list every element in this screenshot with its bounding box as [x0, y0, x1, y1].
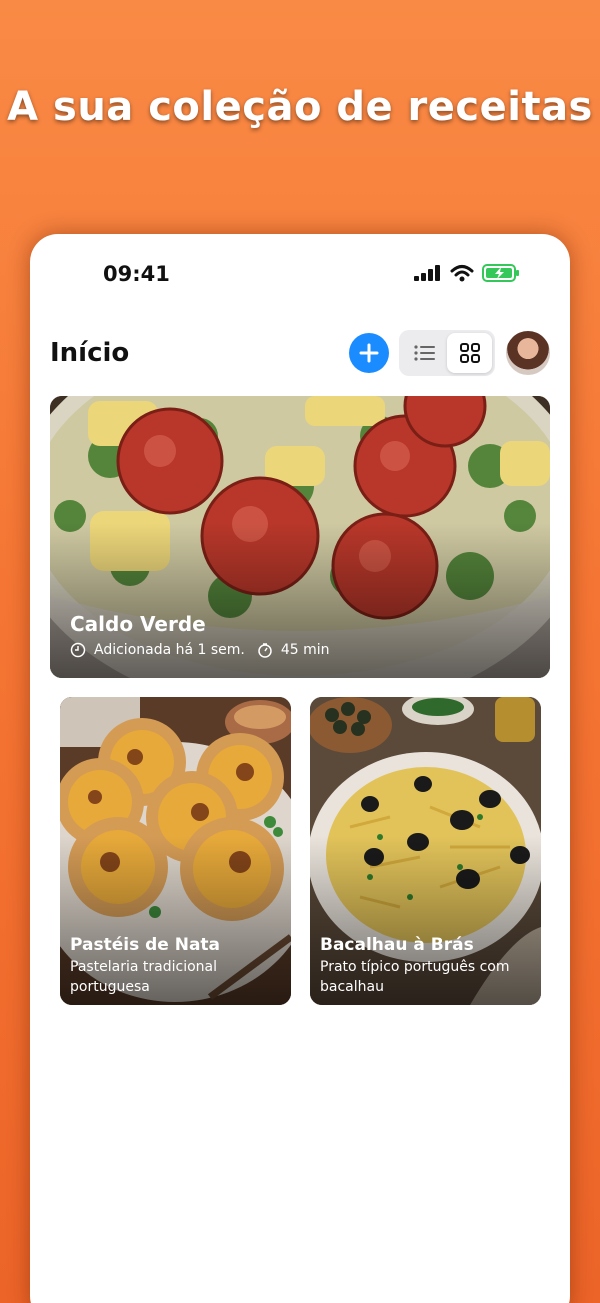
status-bar: 09:41 [30, 234, 570, 314]
wifi-icon [450, 265, 474, 282]
recipe-card-bacalhau-a-bras[interactable]: Bacalhau à Brás Prato típico português c… [310, 697, 541, 1005]
page-title: Início [50, 338, 130, 368]
avatar[interactable] [506, 331, 550, 375]
recipe-subtitle: Pastelaria tradicional portuguesa [70, 959, 218, 995]
list-view-icon [413, 345, 435, 361]
signal-icon [414, 265, 440, 281]
grid-view-icon [459, 343, 480, 363]
plus-icon [359, 343, 379, 363]
list-view-button[interactable] [402, 333, 447, 373]
add-recipe-button[interactable] [349, 333, 389, 373]
battery-icon [482, 264, 519, 282]
recipe-added-date: Adicionada há 1 sem. [94, 642, 245, 658]
timer-icon [258, 643, 272, 658]
recipe-title: Caldo Verde [70, 612, 206, 636]
recipe-duration: 45 min [280, 642, 330, 658]
headline: A sua coleção de receitas [7, 84, 593, 130]
recipe-subtitle: Prato típico português com bacalhau [320, 959, 510, 995]
recipe-card-caldo-verde[interactable]: Caldo Verde Adicionada há 1 sem. 45 min [50, 396, 550, 678]
nav-bar: Início [50, 330, 550, 376]
recipe-title: Pastéis de Nata [70, 935, 221, 955]
status-icons [414, 264, 520, 282]
phone-frame: 09:41 Início Caldo Verde Adicionada há 1… [30, 234, 570, 1303]
recipe-card-pasteis-de-nata[interactable]: Pastéis de Nata Pastelaria tradicional p… [60, 697, 291, 1005]
grid-view-button[interactable] [447, 333, 492, 373]
clock-icon [70, 642, 86, 658]
recipe-meta: Adicionada há 1 sem. 45 min [70, 642, 330, 658]
status-time: 09:41 [103, 262, 170, 286]
recipe-title: Bacalhau à Brás [320, 935, 474, 955]
view-toggle [399, 330, 495, 376]
